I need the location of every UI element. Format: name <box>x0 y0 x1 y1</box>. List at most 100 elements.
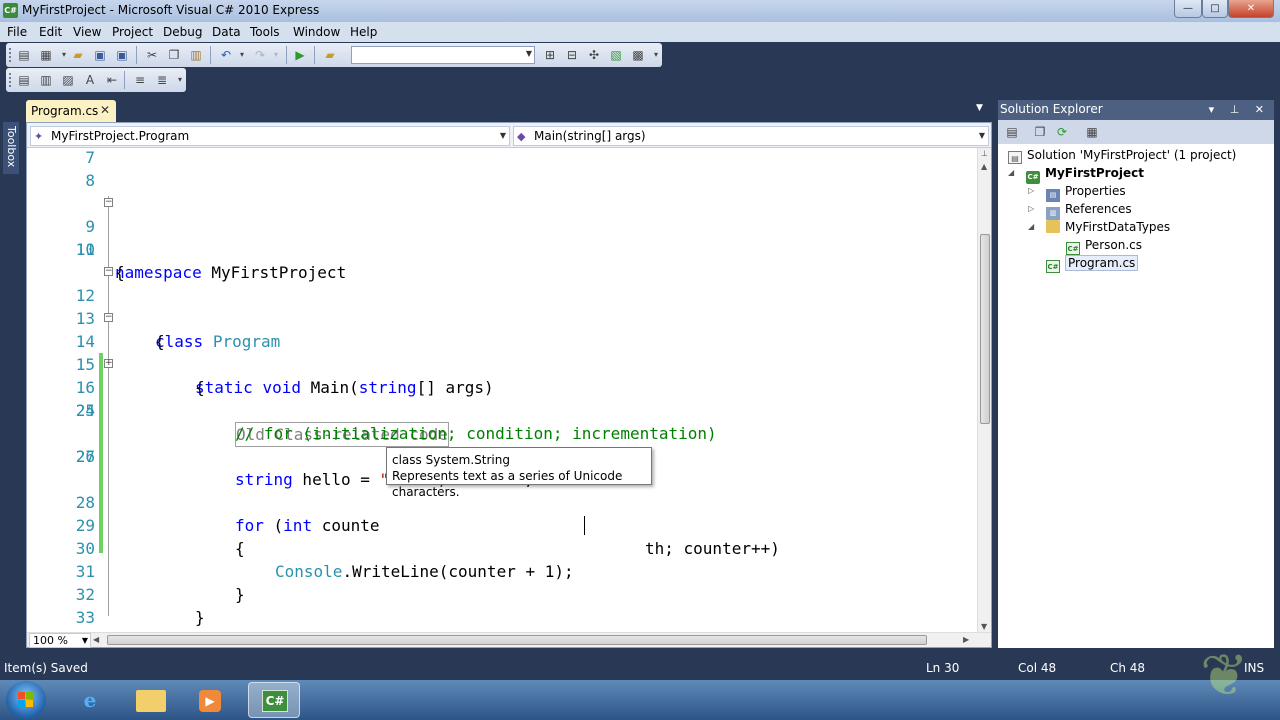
collapse-namespace-icon[interactable]: − <box>104 198 113 207</box>
add-new-item-icon[interactable]: ▦ <box>38 47 54 63</box>
active-files-dropdown-icon[interactable]: ▼ <box>976 103 983 113</box>
tab-program-cs[interactable]: Program.cs ✕ <box>26 100 116 122</box>
line-number: 25 <box>75 401 95 420</box>
menu-debug[interactable]: Debug <box>163 25 202 39</box>
horizontal-scroll-thumb[interactable] <box>107 635 927 645</box>
find-in-files-icon[interactable]: ▰ <box>322 47 338 63</box>
members-dropdown[interactable]: ◆ Main(string[] args) ▼ <box>513 126 989 146</box>
new-project-icon[interactable]: ▤ <box>16 47 32 63</box>
code-line: 14 − static void Main(string[] args) <box>27 307 977 398</box>
tree-item-file-selected[interactable]: C# Program.cs <box>1046 254 1139 273</box>
navigation-bar: ✦ MyFirstProject.Program ▼ ◆ Main(string… <box>27 123 991 148</box>
expand-arrow-icon[interactable]: ▷ <box>1028 200 1034 218</box>
minimize-button[interactable]: — <box>1174 0 1202 18</box>
visual-csharp-app-icon[interactable]: C# <box>3 3 18 18</box>
toolbar-grip[interactable] <box>9 48 13 62</box>
object-member-list-icon[interactable]: ▤ <box>16 72 32 88</box>
members-dropdown-value: Main(string[] args) <box>534 129 646 143</box>
extension-manager-icon[interactable]: ▩ <box>630 47 646 63</box>
start-debugging-icon[interactable]: ▶ <box>292 47 308 63</box>
properties-window-icon[interactable]: ⊟ <box>564 47 580 63</box>
view-class-diagram-icon[interactable]: ▦ <box>1084 124 1100 140</box>
menu-view[interactable]: View <box>73 25 101 39</box>
code-text-area[interactable]: 7 8 9 − namespace MyFirstProject 10 { 11… <box>27 148 977 634</box>
parameter-info-icon[interactable]: ▥ <box>38 72 54 88</box>
media-player-icon: ▶ <box>199 690 221 712</box>
types-dropdown[interactable]: ✦ MyFirstProject.Program ▼ <box>30 126 510 146</box>
expand-arrow-icon[interactable]: ▷ <box>1028 182 1034 200</box>
tree-item-project[interactable]: ◢ C# MyFirstProject <box>1008 164 1144 184</box>
code-line: 30 Console.WriteLine(counter + 1); <box>27 514 977 581</box>
scroll-up-icon[interactable]: ▲ <box>981 162 987 171</box>
vertical-scrollbar[interactable]: ⊥ ▲ ▼ <box>977 148 991 634</box>
scroll-down-icon[interactable]: ▼ <box>981 622 987 631</box>
toolbar-separator <box>210 46 211 64</box>
undo-dropdown-icon[interactable]: ▾ <box>234 47 250 63</box>
expand-region-icon[interactable]: + <box>104 359 113 368</box>
taskbar-windows-explorer[interactable] <box>124 682 176 718</box>
redo-dropdown-icon[interactable]: ▾ <box>268 47 284 63</box>
vertical-scroll-thumb[interactable] <box>980 234 990 424</box>
collapse-arrow-icon[interactable]: ◢ <box>1028 218 1034 236</box>
collapse-method-icon[interactable]: − <box>104 313 113 322</box>
comment-lines-icon[interactable]: ≡ <box>132 72 148 88</box>
start-button[interactable] <box>6 681 46 719</box>
solution-explorer-icon[interactable]: ⊞ <box>542 47 558 63</box>
taskbar-media-player[interactable]: ▶ <box>184 682 236 718</box>
maximize-button[interactable]: □ <box>1202 0 1228 18</box>
chevron-down-icon: ▼ <box>499 131 506 140</box>
tree-item-solution[interactable]: ▤ Solution 'MyFirstProject' (1 project) <box>1008 146 1236 164</box>
cut-icon[interactable]: ✂ <box>144 47 160 63</box>
complete-word-icon[interactable]: A <box>82 72 98 88</box>
open-file-icon[interactable]: ▰ <box>70 47 86 63</box>
tree-label: Solution 'MyFirstProject' (1 project) <box>1027 148 1237 162</box>
save-icon[interactable]: ▣ <box>92 47 108 63</box>
taskbar-visual-csharp[interactable]: C# <box>248 682 300 718</box>
menu-tools[interactable]: Tools <box>250 25 280 39</box>
redo-icon[interactable]: ↷ <box>252 47 268 63</box>
close-button[interactable]: ✕ <box>1228 0 1274 18</box>
menu-window[interactable]: Window <box>293 25 340 39</box>
panel-window-buttons[interactable]: ▾ ⊥ ✕ <box>1209 100 1270 119</box>
split-handle-icon[interactable]: ⊥ <box>981 149 988 158</box>
quick-info-icon[interactable]: ▨ <box>60 72 76 88</box>
scroll-left-icon[interactable]: ◀ <box>93 635 99 644</box>
solution-configuration-dropdown[interactable]: ▼ <box>351 46 535 64</box>
tree-label: Program.cs <box>1065 255 1139 271</box>
toolbox-icon[interactable]: ✣ <box>586 47 602 63</box>
solution-icon: ▤ <box>1008 151 1022 164</box>
show-all-files-icon[interactable]: ❐ <box>1032 124 1048 140</box>
refresh-icon[interactable]: ⟳ <box>1054 124 1070 140</box>
tree-item-folder[interactable]: ◢ MyFirstDataTypes <box>1028 218 1170 236</box>
tree-item-references[interactable]: ▷ ▥ References <box>1028 200 1132 220</box>
paste-icon[interactable]: ▥ <box>188 47 204 63</box>
menu-data[interactable]: Data <box>212 25 241 39</box>
start-page-icon[interactable]: ▧ <box>608 47 624 63</box>
decrease-indent-icon[interactable]: ⇤ <box>104 72 120 88</box>
menu-project[interactable]: Project <box>112 25 153 39</box>
tree-item-file[interactable]: C# Person.cs <box>1066 236 1142 255</box>
standard-toolbar: ▤ ▦ ▾ ▰ ▣ ▣ ✂ ❐ ▥ ↶ ▾ ↷ ▾ ▶ ▰ ▼ ⊞ ⊟ ✣ ▧ … <box>6 43 662 67</box>
menu-help[interactable]: Help <box>350 25 377 39</box>
horizontal-scrollbar[interactable]: 100 % ▼ ◀ ▶ <box>27 632 991 648</box>
menu-edit[interactable]: Edit <box>39 25 62 39</box>
code-line: 24 // for (initialization; condition; in… <box>27 376 977 443</box>
toolbar-grip[interactable] <box>9 73 13 87</box>
uncomment-lines-icon[interactable]: ≣ <box>154 72 170 88</box>
taskbar-internet-explorer[interactable]: e <box>64 682 116 718</box>
toolbar-separator <box>124 71 125 89</box>
copy-icon[interactable]: ❐ <box>166 47 182 63</box>
collapse-class-icon[interactable]: − <box>104 267 113 276</box>
tree-item-properties[interactable]: ▷ ▤ Properties <box>1028 182 1126 202</box>
menu-file[interactable]: File <box>7 25 27 39</box>
properties-icon[interactable]: ▤ <box>1004 124 1020 140</box>
save-all-icon[interactable]: ▣ <box>114 47 130 63</box>
chevron-down-icon: ▼ <box>525 49 532 58</box>
undo-icon[interactable]: ↶ <box>218 47 234 63</box>
collapse-arrow-icon[interactable]: ◢ <box>1008 164 1014 182</box>
zoom-dropdown[interactable]: 100 % ▼ <box>29 633 91 648</box>
close-tab-icon[interactable]: ✕ <box>100 103 110 117</box>
toolbar-options-icon[interactable]: ▾ <box>648 47 664 63</box>
scroll-right-icon[interactable]: ▶ <box>963 635 969 644</box>
toolbar-options-icon[interactable]: ▾ <box>172 72 188 88</box>
